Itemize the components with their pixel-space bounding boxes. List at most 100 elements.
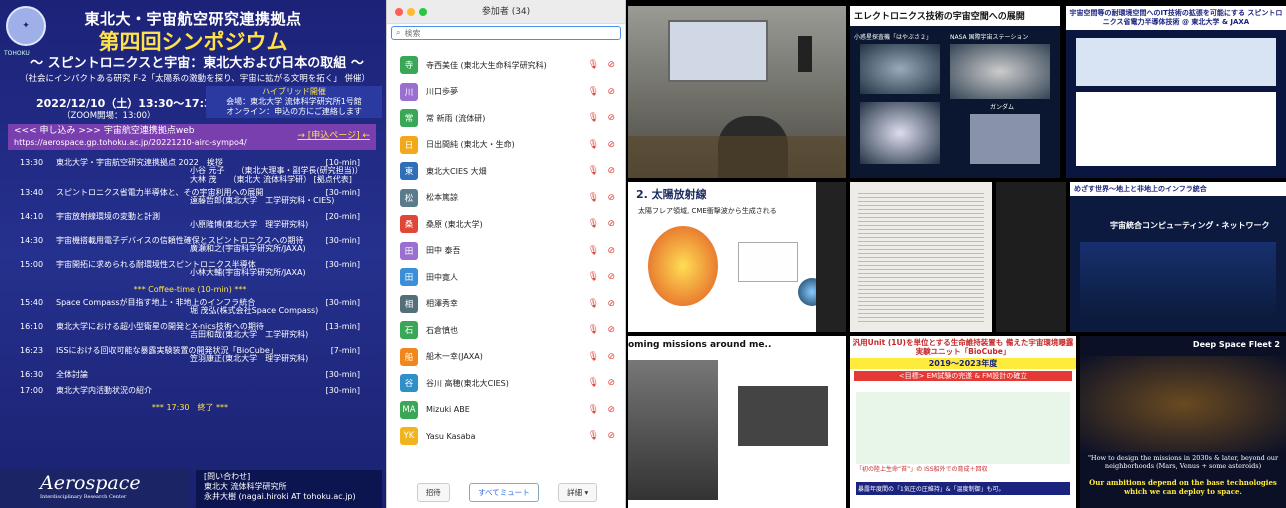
video-off-icon[interactable]: ⊘ (607, 272, 615, 282)
program-speaker: 小原隆博(東北大学 理学研究科) (190, 220, 309, 229)
maximize-window-icon[interactable] (419, 8, 427, 16)
mic-muted-icon[interactable]: 🎙 (588, 193, 599, 203)
participant-item[interactable]: 日 日出間純 (東北大・生命) 🎙 ⊘ (387, 132, 625, 159)
participant-name: 常 新雨 (流体研) (426, 113, 486, 123)
program-item: 17:00 東北大学内活動状況の紹介 [30-min] (20, 386, 360, 402)
participant-avatar: 相 (400, 294, 418, 313)
participant-name: 谷川 高穂(東北大CIES) (426, 378, 509, 388)
program-speaker: 遠藤哲郎(東北大学 工学研究科・CIES) (190, 196, 335, 205)
participant-name: 日出間純 (東北大・生命) (426, 140, 515, 150)
video-off-icon[interactable]: ⊘ (607, 246, 615, 256)
participant-name: 寺西美佳 (東北大生命科学研究科) (426, 60, 547, 70)
mic-muted-icon[interactable]: 🎙 (588, 272, 599, 282)
registration-box: <<< 申し込み >>> 宇宙航空連携拠点web https://aerospa… (8, 124, 376, 150)
program-item: 16:30 全体討論 [30-min] (20, 370, 360, 386)
infra-diagram (1080, 242, 1276, 322)
participant-item[interactable]: 桑 桑原 (東北大学) 🎙 ⊘ (387, 211, 625, 238)
video-off-icon[interactable]: ⊘ (607, 113, 615, 123)
program-time: 14:10 (20, 212, 44, 221)
earth-image (860, 102, 940, 164)
participants-title: 参加者 (34) (481, 7, 531, 17)
participant-item[interactable]: 石 石倉慎也 🎙 ⊘ (387, 317, 625, 344)
program-time: 13:30 (20, 158, 44, 167)
mic-muted-icon[interactable]: 🎙 (588, 219, 599, 229)
iss-image (950, 44, 1050, 99)
mic-muted-icon[interactable]: 🎙 (588, 325, 599, 335)
participant-item[interactable]: 川 川口歩夢 🎙 ⊘ (387, 79, 625, 106)
program-duration: [30-min] (325, 236, 360, 245)
mic-muted-icon[interactable]: 🎙 (588, 246, 599, 256)
program-item: 16:10 東北大学における超小型衛星の開発とX-nics技術への期待 [13-… (20, 322, 360, 346)
video-off-icon[interactable]: ⊘ (607, 431, 615, 441)
more-label: 詳細 (567, 488, 583, 497)
video-off-icon[interactable]: ⊘ (607, 140, 615, 150)
slide-spintronics-title: 宇宙空間等の耐環境空間へのIT技術の拡張を可能にする スピントロニクス省電力半導… (1066, 6, 1286, 30)
participant-item[interactable]: YK Yasu Kasaba 🎙 ⊘ (387, 423, 625, 450)
participant-name: Yasu Kasaba (426, 431, 476, 441)
video-off-icon[interactable]: ⊘ (607, 378, 615, 388)
mic-muted-icon[interactable]: 🎙 (588, 166, 599, 176)
slide-electronics: エレクトロニクス技術の宇宙空間への展開 小惑星探査機「はやぶさ２」 NASA 国… (850, 6, 1060, 178)
mic-muted-icon[interactable]: 🎙 (588, 431, 599, 441)
participant-item[interactable]: 田 田中 泰吾 🎙 ⊘ (387, 238, 625, 265)
video-off-icon[interactable]: ⊘ (607, 87, 615, 97)
video-strip-right (996, 182, 1066, 332)
mic-muted-icon[interactable]: 🎙 (588, 299, 599, 309)
participant-avatar: MA (400, 400, 418, 419)
participant-search-input[interactable]: ⌕ 検索 (391, 26, 621, 40)
participant-item[interactable]: 相 相澤秀幸 🎙 ⊘ (387, 291, 625, 318)
participant-name: Mizuki ABE (426, 405, 470, 415)
participant-item[interactable]: 寺 寺西美佳 (東北大生命科学研究科) 🎙 ⊘ (387, 52, 625, 79)
video-off-icon[interactable]: ⊘ (607, 60, 615, 70)
mic-muted-icon[interactable]: 🎙 (588, 87, 599, 97)
contact-box: [問い合わせ] 東北大 流体科学研究所 永井大樹 (nagai.hiroki A… (196, 470, 382, 508)
program-duration: [30-min] (325, 260, 360, 269)
participant-item[interactable]: MA Mizuki ABE 🎙 ⊘ (387, 397, 625, 424)
video-off-icon[interactable]: ⊘ (607, 166, 615, 176)
invite-button[interactable]: 招待 (416, 483, 450, 502)
video-off-icon[interactable]: ⊘ (607, 405, 615, 415)
program-title: 東北大学内活動状況の紹介 (56, 386, 152, 395)
mic-muted-icon[interactable]: 🎙 (588, 352, 599, 362)
close-window-icon[interactable] (395, 8, 403, 16)
more-button[interactable]: 詳細 ▾ (558, 483, 598, 502)
mic-muted-icon[interactable]: 🎙 (588, 405, 599, 415)
participant-item[interactable]: 常 常 新雨 (流体研) 🎙 ⊘ (387, 105, 625, 132)
program-duration: [7-min] (330, 346, 360, 355)
participant-item[interactable]: 船 船木一幸(JAXA) 🎙 ⊘ (387, 344, 625, 371)
program-time: 15:00 (20, 260, 44, 269)
slide-missions-title: oming missions around me.. (628, 340, 772, 350)
program-item: 14:10 宇宙放射線環境の変動と計測 [20-min] 小原隆博(東北大学 理… (20, 212, 360, 236)
participant-item[interactable]: 田 田中寛人 🎙 ⊘ (387, 264, 625, 291)
program-time: 16:30 (20, 370, 44, 379)
desk-row (628, 136, 846, 178)
poster-subtitle: ～ スピントロニクスと宇宙：東北大および日本の取組 ～ (30, 56, 364, 71)
participant-item[interactable]: 谷 谷川 高穂(東北大CIES) 🎙 ⊘ (387, 370, 625, 397)
program-speaker: 堀 茂弘(株式会社Space Compass) (190, 306, 319, 315)
mic-muted-icon[interactable]: 🎙 (588, 378, 599, 388)
mic-muted-icon[interactable]: 🎙 (588, 60, 599, 70)
register-button[interactable]: → [申込ページ] ← (297, 131, 370, 142)
program-duration: [30-min] (325, 298, 360, 307)
participant-item[interactable]: 東 東北大CIES 大畑 🎙 ⊘ (387, 158, 625, 185)
mic-muted-icon[interactable]: 🎙 (588, 140, 599, 150)
video-off-icon[interactable]: ⊘ (607, 299, 615, 309)
program-item: 16:23 ISSにおける回収可能な暴露実験装置の開発状況「BioCube」 [… (20, 346, 360, 370)
program-time: 16:23 (20, 346, 44, 355)
search-placeholder: 検索 (404, 28, 421, 38)
hybrid-label: ハイブリッド開催 (262, 87, 326, 96)
video-off-icon[interactable]: ⊘ (607, 193, 615, 203)
slide-missions: oming missions around me.. (628, 336, 846, 508)
hybrid-online: オンライン：申込の方にご連絡します (226, 107, 362, 116)
video-off-icon[interactable]: ⊘ (607, 352, 615, 362)
program-speaker: 吉田和哉(東北大学 工学研究科) (190, 330, 309, 339)
mute-all-button[interactable]: すべてミュート (469, 483, 539, 502)
zoom-participants-panel: 参加者 (34) ⌕ 検索 寺 寺西美佳 (東北大生命科学研究科) 🎙 ⊘ 川 川… (386, 0, 626, 508)
video-off-icon[interactable]: ⊘ (607, 325, 615, 335)
participant-item[interactable]: 松 松本篤諒 🎙 ⊘ (387, 185, 625, 212)
video-off-icon[interactable]: ⊘ (607, 219, 615, 229)
mic-muted-icon[interactable]: 🎙 (588, 113, 599, 123)
minimize-window-icon[interactable] (407, 8, 415, 16)
hayabusa-image (860, 44, 940, 94)
program-title: 全体討論 (56, 370, 88, 379)
